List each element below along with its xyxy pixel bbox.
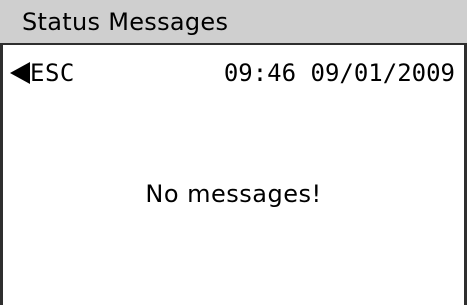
back-arrow-icon [10,62,30,84]
title-bar: Status Messages [0,0,467,45]
empty-messages-text: No messages! [145,180,322,208]
datetime-display: 09:46 09/01/2009 [223,59,455,87]
page-title: Status Messages [22,8,229,36]
esc-label: ESC [30,59,75,87]
status-messages-screen: Status Messages ESC 09:46 09/01/2009 No … [0,0,467,305]
screen-frame-left [0,45,3,305]
esc-back-button[interactable]: ESC [10,60,75,86]
